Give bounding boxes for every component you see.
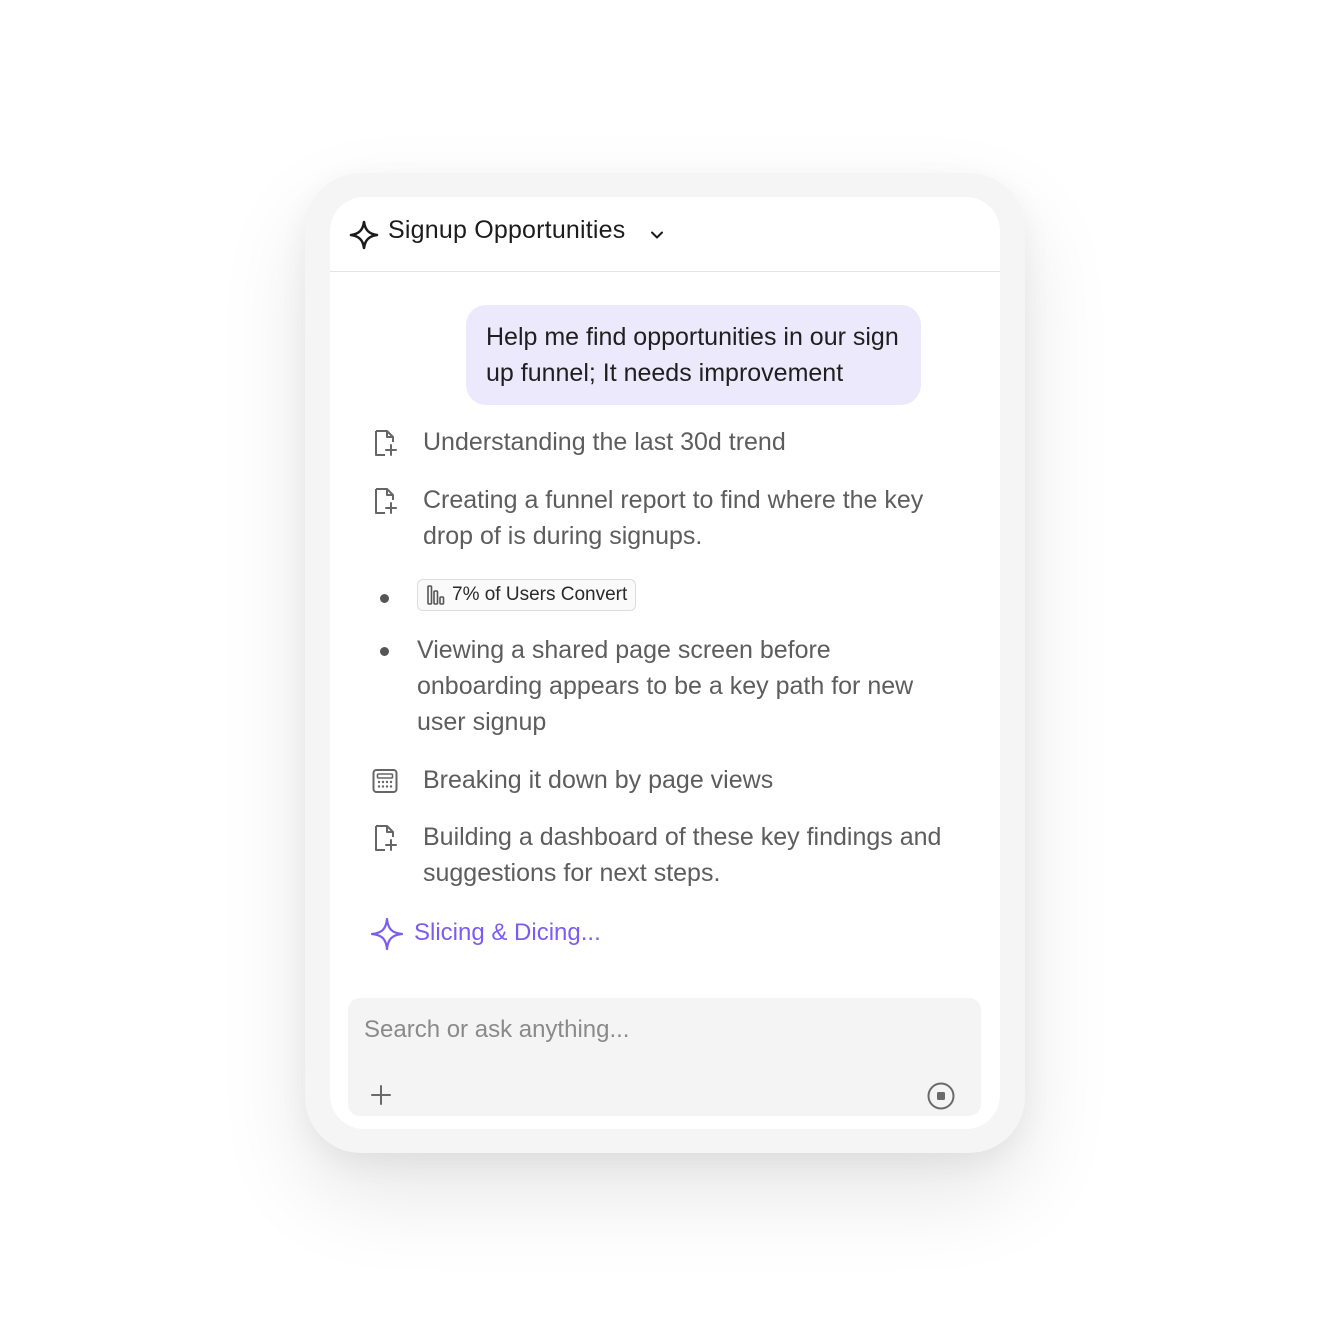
step-text: Understanding the last 30d trend (423, 428, 786, 456)
thinking-text: Slicing & Dicing... (414, 919, 601, 946)
sparkle-icon (349, 220, 379, 250)
step-text: Viewing a shared page screen before onbo… (417, 636, 914, 736)
step-text: Creating a funnel report to find where t… (423, 486, 924, 550)
file-plus-icon (375, 488, 397, 514)
step-text: Breaking it down by page views (423, 766, 774, 794)
composer (348, 998, 981, 1116)
funnel-bars-icon (427, 585, 445, 605)
chip-label: 7% of Users Convert (452, 584, 628, 605)
conversation-title[interactable]: Signup Opportunities (388, 216, 625, 245)
step-text: Building a dashboard of these key findin… (423, 823, 942, 887)
stop-circle-icon[interactable] (926, 1081, 956, 1111)
calculator-icon (372, 769, 398, 793)
panel-header: Signup Opportunities (330, 197, 1000, 272)
bullet-icon (380, 647, 389, 656)
bullet-icon (380, 594, 389, 603)
file-plus-icon (375, 430, 397, 456)
thinking-status: Slicing & Dicing... (370, 915, 770, 955)
assistant-panel: Signup Opportunities Help me find opport… (330, 197, 1000, 1129)
sparkle-outline-icon (370, 917, 404, 951)
chevron-down-icon[interactable] (649, 227, 665, 243)
plus-icon[interactable] (368, 1082, 394, 1108)
user-message-bubble: Help me find opportunities in our sign u… (466, 305, 921, 405)
insight-chip[interactable]: 7% of Users Convert (417, 579, 637, 611)
search-input[interactable] (362, 1012, 956, 1048)
file-plus-icon (375, 825, 397, 851)
